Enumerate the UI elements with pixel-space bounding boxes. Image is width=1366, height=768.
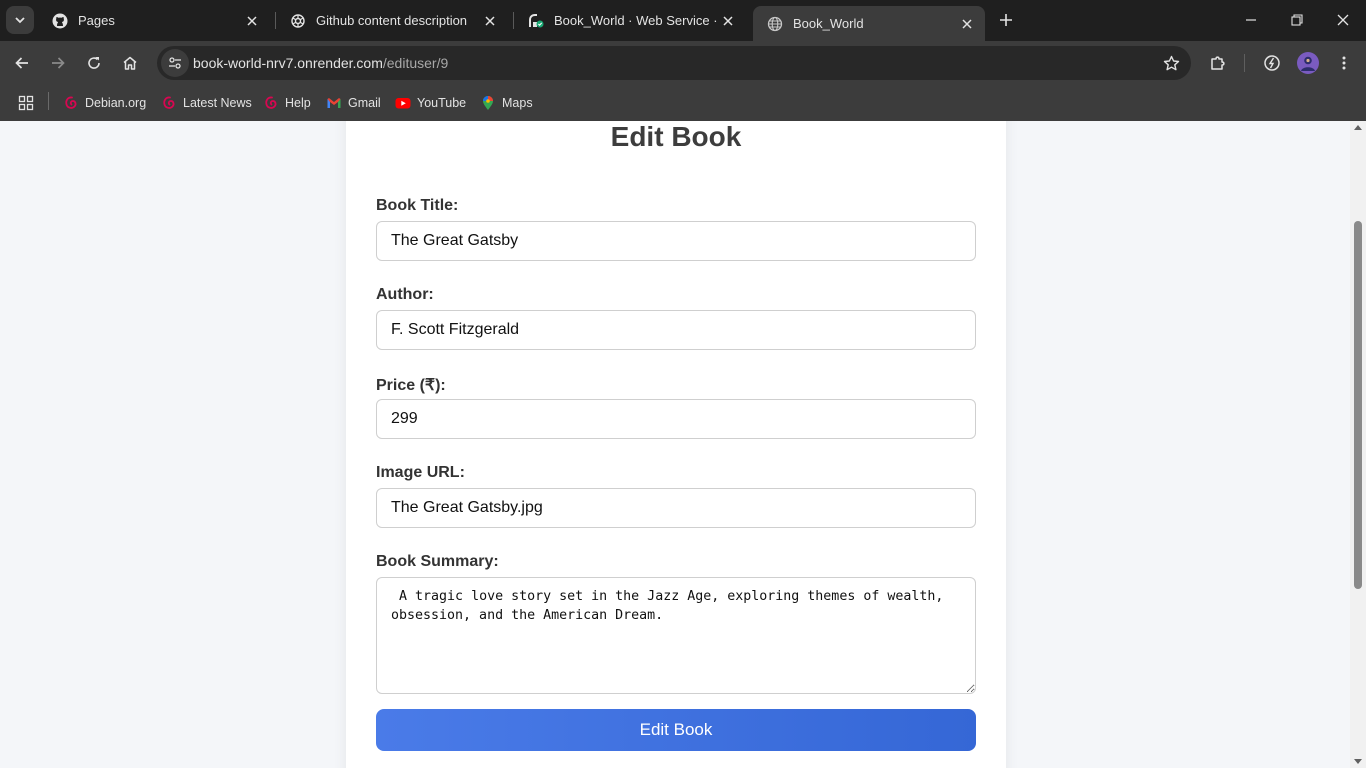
plus-icon [1000, 14, 1012, 26]
bookmark-debian[interactable]: Debian.org [63, 92, 146, 114]
bookmark-label: YouTube [417, 96, 467, 110]
page-viewport: Edit Book Book Title: Author: Price (₹):… [0, 121, 1350, 768]
bookmark-latest-news[interactable]: Latest News [161, 92, 252, 114]
image-url-input[interactable] [376, 488, 976, 528]
apps-grid-icon [18, 95, 34, 111]
minimize-icon [1246, 19, 1256, 21]
chevron-down-icon [15, 17, 25, 24]
bookmark-gmail[interactable]: Gmail [326, 92, 381, 114]
bookmark-label: Gmail [348, 96, 381, 110]
image-url-label: Image URL: [376, 464, 465, 481]
debian-icon [161, 95, 177, 111]
page-title: Edit Book [610, 121, 742, 152]
url-text: book-world-nrv7.onrender.com/edituser/9 [193, 55, 448, 71]
page-scrollbar[interactable] [1350, 121, 1366, 768]
close-icon[interactable] [718, 11, 738, 31]
scrollbar-thumb[interactable] [1354, 221, 1362, 589]
tune-icon [169, 57, 181, 69]
tab-title: Github content description [316, 13, 468, 28]
home-button[interactable] [114, 47, 146, 79]
arrow-left-icon [15, 57, 28, 69]
apps-button[interactable] [18, 92, 40, 114]
bookmark-label: Debian.org [85, 96, 147, 110]
home-icon [123, 56, 137, 70]
url-path: /edituser/9 [382, 55, 449, 71]
close-icon[interactable] [480, 11, 500, 31]
tab-title: Pages [78, 13, 115, 28]
chatgpt-icon [290, 13, 306, 29]
tab-render-service[interactable]: Book_World · Web Service · Re [514, 6, 746, 35]
price-label: Price (₹): [376, 377, 446, 394]
bookmarks-separator [48, 92, 49, 110]
star-icon [1163, 55, 1179, 70]
extensions-button[interactable] [1202, 47, 1234, 79]
minimize-button[interactable] [1228, 0, 1274, 40]
render-icon [528, 13, 544, 29]
tab-search-button[interactable] [6, 6, 34, 34]
bookmarks-bar: Debian.org Latest News Help Gmail YouTub… [0, 85, 1366, 121]
site-info-button[interactable] [161, 49, 189, 77]
bookmark-label: Latest News [183, 96, 252, 110]
close-window-button[interactable] [1320, 0, 1366, 40]
bookmark-help[interactable]: Help [263, 92, 311, 114]
edit-book-card: Edit Book Book Title: Author: Price (₹):… [346, 121, 1006, 768]
bookmark-label: Help [285, 96, 311, 110]
youtube-icon [395, 95, 411, 111]
book-title-label: Book Title: [376, 197, 459, 214]
more-vertical-icon [1342, 56, 1346, 70]
tab-title: Book_World · Web Service · Re [554, 13, 718, 28]
close-icon [1337, 14, 1349, 26]
edit-book-button[interactable]: Edit Book [376, 709, 976, 751]
bookmark-label: Maps [502, 96, 533, 110]
book-summary-textarea[interactable]: A tragic love story set in the Jazz Age,… [376, 577, 976, 694]
performance-button[interactable] [1256, 47, 1288, 79]
tab-book-world[interactable]: Book_World [753, 6, 985, 41]
tab-github-content[interactable]: Github content description [276, 6, 508, 35]
browser-toolbar: book-world-nrv7.onrender.com/edituser/9 [0, 41, 1366, 85]
puzzle-icon [1211, 56, 1225, 70]
book-title-input[interactable] [376, 221, 976, 261]
avatar [1297, 52, 1319, 74]
bookmark-youtube[interactable]: YouTube [395, 92, 466, 114]
restore-icon [1291, 14, 1303, 26]
gmail-icon [326, 95, 342, 111]
github-icon [52, 13, 68, 29]
address-bar[interactable]: book-world-nrv7.onrender.com/edituser/9 [157, 46, 1191, 80]
restore-button[interactable] [1274, 0, 1320, 40]
maps-icon [480, 95, 496, 111]
speed-icon [1264, 55, 1280, 71]
profile-button[interactable] [1292, 47, 1324, 79]
bookmark-star-button[interactable] [1161, 53, 1181, 73]
price-input[interactable] [376, 399, 976, 439]
tab-title: Book_World [793, 16, 864, 31]
scroll-up-arrow-icon[interactable] [1354, 125, 1362, 130]
back-button[interactable] [6, 47, 38, 79]
reload-icon [88, 57, 100, 69]
close-icon[interactable] [957, 14, 977, 34]
reload-button[interactable] [78, 47, 110, 79]
tab-pages[interactable]: Pages [38, 6, 270, 35]
author-input[interactable] [376, 310, 976, 350]
bookmark-maps[interactable]: Maps [480, 92, 533, 114]
author-label: Author: [376, 286, 434, 303]
forward-button[interactable] [42, 47, 74, 79]
tab-strip: Pages Github content description Book_Wo… [0, 0, 1366, 41]
globe-icon [767, 16, 783, 32]
arrow-right-icon [52, 57, 65, 69]
debian-icon [263, 95, 279, 111]
url-host: book-world-nrv7.onrender.com [193, 55, 383, 71]
menu-button[interactable] [1328, 47, 1360, 79]
book-summary-label: Book Summary: [376, 553, 499, 570]
toolbar-separator [1244, 54, 1245, 72]
debian-icon [63, 95, 79, 111]
scroll-down-arrow-icon[interactable] [1354, 759, 1362, 764]
close-icon[interactable] [242, 11, 262, 31]
new-tab-button[interactable] [994, 8, 1018, 32]
